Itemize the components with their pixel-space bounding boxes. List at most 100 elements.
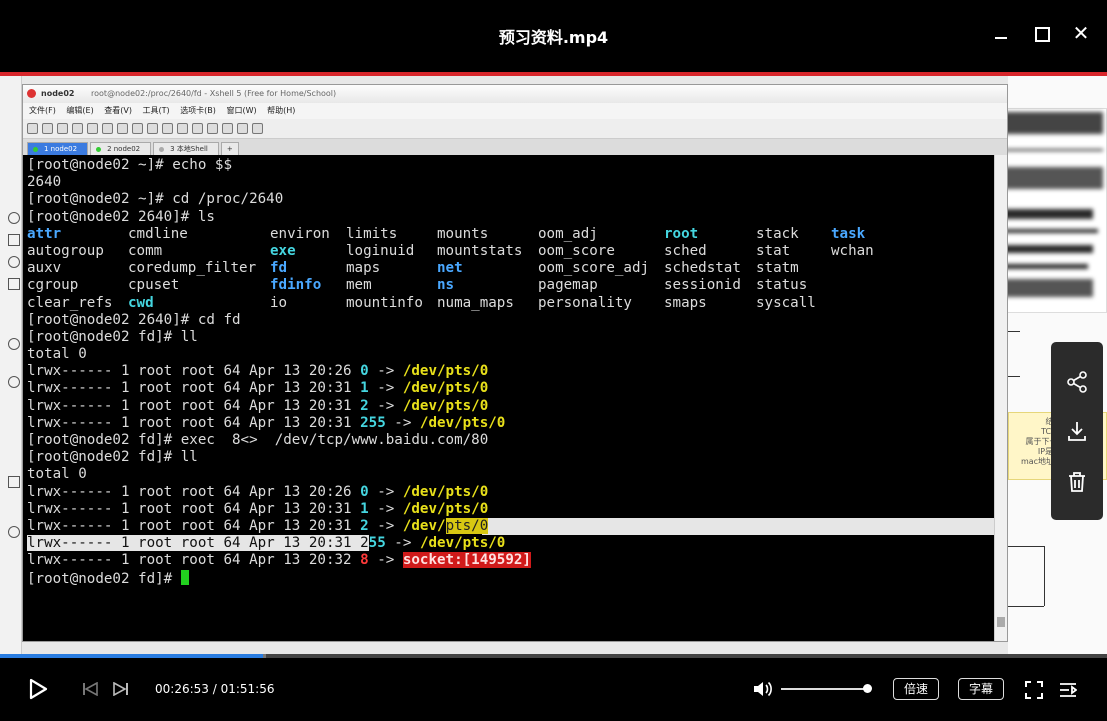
fd-number: 1	[360, 500, 369, 517]
fd-number: 0	[360, 363, 369, 380]
ls-entry: cmdline	[128, 225, 188, 242]
fd-arrow: ->	[368, 552, 403, 569]
paste-icon[interactable]	[87, 123, 98, 134]
close-icon[interactable]: ✕	[1070, 22, 1092, 44]
menu-edit[interactable]: 编辑(E)	[66, 106, 93, 115]
open-icon[interactable]	[42, 123, 53, 134]
ls-entry: oom_adj	[538, 225, 598, 242]
font-icon[interactable]	[162, 123, 173, 134]
terminal-line: [root@node02 fd]# ll	[27, 449, 996, 466]
ls-entry: limits	[346, 225, 398, 242]
menu-window[interactable]: 窗口(W)	[226, 106, 256, 115]
terminal-line: [root@node02 2640]# cd fd	[27, 312, 996, 329]
volume-icon[interactable]	[752, 680, 774, 698]
fd-permissions: lrwx------ 1 root root 64 Apr 13 20:32	[27, 552, 361, 569]
ls-entry: coredump_filter	[128, 260, 257, 277]
play-icon[interactable]	[28, 678, 48, 700]
terminal-line: total 0	[27, 466, 996, 483]
window-path: root@node02:/proc/2640/fd - Xshell 5 (Fr…	[91, 89, 337, 98]
copy-icon[interactable]	[72, 123, 83, 134]
menu-tools[interactable]: 工具(T)	[143, 106, 170, 115]
terminal-output[interactable]: [root@node02 ~]# echo $$ 2640 [root@node02…	[23, 155, 996, 641]
floating-action-panel	[1051, 342, 1103, 520]
disconnect-icon[interactable]	[57, 123, 68, 134]
video-title: 预习资料.mp4	[498, 28, 609, 47]
ls-entry: maps	[346, 260, 381, 277]
fd-permissions: lrwx------ 1 root root 64 Apr 13 20:31	[27, 500, 361, 517]
chat-icon[interactable]	[252, 123, 263, 134]
fd-entry: lrwx------ 1 root root 64 Apr 13 20:31 2…	[27, 398, 996, 415]
ls-entry: syscall	[756, 294, 816, 311]
menu-file[interactable]: 文件(F)	[29, 106, 56, 115]
trash-icon[interactable]	[1065, 470, 1089, 494]
fd-permissions: lrwx------ 1 root root 64 Apr 13 20:31	[27, 380, 361, 397]
ls-entry: autogroup	[27, 242, 104, 259]
circle-shape-icon	[8, 212, 20, 224]
share-icon[interactable]	[1065, 370, 1089, 394]
fd-arrow: ->	[368, 500, 403, 517]
fd-target: /dev/pts/0	[402, 483, 489, 500]
subtitle-button[interactable]: 字幕	[958, 678, 1004, 700]
ls-entry: exe	[270, 242, 296, 259]
tab-session-1[interactable]: 1 node02	[27, 142, 89, 155]
video-frame[interactable]: 结论： TCP/IP协 属于下一跳的机制 IP是端点间 mac地址是节点间的 n…	[0, 72, 1107, 656]
terminal-text: [root@node02 2640]# cd fd	[27, 311, 241, 328]
add-tab-button[interactable]: +	[220, 142, 239, 155]
script-icon[interactable]	[177, 123, 188, 134]
terminal-line: total 0	[27, 346, 996, 363]
fd-permissions: lrwx------ 1 root root 64 Apr 13 20:31	[27, 414, 361, 431]
transfer-icon[interactable]	[132, 123, 143, 134]
speed-button[interactable]: 倍速	[893, 678, 939, 700]
fd-entry: lrwx------ 1 root root 64 Apr 13 20:31 2…	[27, 517, 996, 536]
minimize-icon[interactable]	[990, 22, 1012, 44]
terminal-text: [root@node02 ~]# echo $$	[27, 157, 232, 173]
keyboard-icon[interactable]	[222, 123, 233, 134]
prompt: [root@node02 fd]#	[27, 570, 181, 587]
fd-entry: lrwx------ 1 root root 64 Apr 13 20:32 8…	[27, 552, 996, 569]
menu-help[interactable]: 帮助(H)	[267, 106, 295, 115]
tab-session-2[interactable]: 2 node02	[90, 142, 152, 155]
new-session-icon[interactable]	[27, 123, 38, 134]
skip-previous-icon[interactable]	[82, 682, 98, 696]
volume-knob[interactable]	[863, 684, 872, 693]
fd-target: pts/0	[445, 517, 489, 534]
ls-entry: mem	[346, 277, 372, 294]
menu-tab[interactable]: 选项卡(B)	[180, 106, 216, 115]
playlist-icon[interactable]	[1059, 681, 1077, 699]
lock-icon[interactable]	[207, 123, 218, 134]
ls-entry: ns	[437, 277, 455, 294]
terminal-line: [root@node02 ~]# cd /proc/2640	[27, 191, 996, 208]
fd-arrow: ->	[385, 414, 420, 431]
skip-next-icon[interactable]	[113, 682, 129, 696]
terminal-line: [root@node02 fd]# exec 8<> /dev/tcp/www.…	[27, 432, 996, 449]
terminal-line: 2640	[27, 174, 996, 191]
menu-view[interactable]: 查看(V)	[104, 106, 132, 115]
fd-number: 255	[360, 414, 386, 431]
terminal-scrollbar[interactable]	[994, 155, 1007, 641]
tab-local-shell[interactable]: 3 本地Shell	[153, 142, 219, 155]
volume-slider[interactable]	[781, 688, 867, 690]
globe-icon[interactable]	[147, 123, 158, 134]
fd-entry: lrwx------ 1 root root 64 Apr 13 20:31 2…	[27, 415, 996, 432]
find-icon[interactable]	[102, 123, 113, 134]
ls-entry: schedstat	[664, 260, 741, 277]
ls-entry: smaps	[664, 294, 707, 311]
ls-entry: oom_score_adj	[538, 260, 650, 277]
fullscreen-icon[interactable]	[192, 123, 203, 134]
terminal-text: [root@node02 2640]# ls	[27, 208, 215, 225]
terminal-line: [root@node02 fd]# ll	[27, 329, 996, 346]
fd-number: 55	[368, 535, 386, 552]
ls-entry: oom_score	[538, 242, 615, 259]
download-icon[interactable]	[1065, 419, 1089, 443]
fd-permissions: lrwx------ 1 root root 64 Apr 13 20:31	[27, 517, 361, 534]
print-icon[interactable]	[117, 123, 128, 134]
circle-shape-icon	[8, 256, 20, 268]
fd-target: /dev/pts/0	[402, 500, 489, 517]
maximize-icon[interactable]	[1030, 22, 1052, 44]
help-icon[interactable]	[237, 123, 248, 134]
ls-entry: stat	[756, 242, 791, 259]
ls-entry: comm	[128, 242, 163, 259]
square-shape-icon	[8, 476, 20, 488]
fd-arrow: ->	[368, 380, 403, 397]
fullscreen-icon[interactable]	[1025, 681, 1043, 699]
